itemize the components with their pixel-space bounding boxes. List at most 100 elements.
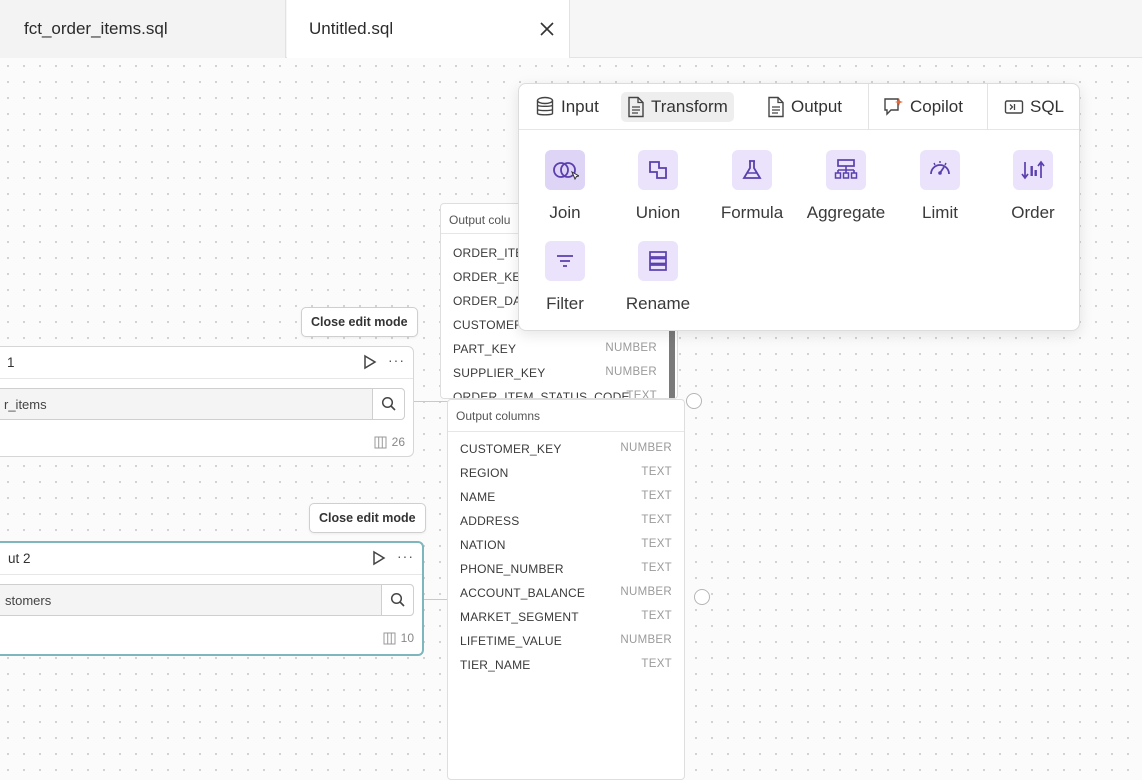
columns-icon	[374, 436, 387, 448]
column-row: ORDER_ITEM_STATUS_CODE TEXT	[441, 385, 677, 399]
tab-fct-order-items[interactable]: fct_order_items.sql	[0, 0, 286, 58]
tab-label: Output	[791, 97, 843, 116]
more-options-icon[interactable]: ···	[397, 548, 414, 564]
tool-label: Aggregate	[806, 203, 886, 222]
column-row: ADDRESS TEXT	[448, 509, 684, 533]
union-icon	[638, 150, 678, 190]
output-port[interactable]	[686, 393, 702, 409]
column-type: NUMBER	[620, 586, 672, 598]
column-row: CUSTOMER_KEY NUMBER	[448, 437, 684, 461]
picker-tabs: Input Transform Output Copilot SQL	[519, 84, 1079, 130]
node-title: ut 2	[8, 551, 31, 566]
column-type: NUMBER	[620, 634, 672, 646]
tool-formula[interactable]: Formula	[706, 150, 798, 234]
column-count: 10	[383, 631, 414, 645]
column-row: TIER_NAME TEXT	[448, 653, 684, 677]
sql-icon	[1004, 100, 1024, 114]
column-row: NAME TEXT	[448, 485, 684, 509]
scrollbar[interactable]	[669, 324, 675, 398]
database-icon	[536, 96, 554, 116]
column-name: ORDER_KE	[453, 270, 521, 284]
tab-label: SQL	[1030, 97, 1065, 116]
tab-label: Untitled.sql	[309, 19, 394, 38]
node-type-picker: Input Transform Output Copilot SQL Join …	[518, 83, 1080, 331]
column-name: NAME	[460, 490, 496, 504]
output-port[interactable]	[694, 589, 710, 605]
search-icon[interactable]	[381, 585, 413, 615]
close-icon[interactable]	[537, 19, 557, 39]
document-icon	[768, 96, 784, 118]
connector-line	[414, 401, 448, 402]
column-row: REGION TEXT	[448, 461, 684, 485]
column-name: LIFETIME_VALUE	[460, 634, 562, 648]
column-type: TEXT	[641, 658, 672, 670]
column-name: SUPPLIER_KEY	[453, 366, 546, 380]
tool-label: Order	[1011, 203, 1055, 222]
search-icon[interactable]	[372, 389, 404, 419]
connector-line	[424, 599, 448, 600]
column-type: TEXT	[641, 466, 672, 478]
run-icon[interactable]	[372, 550, 386, 566]
tab-sql[interactable]: SQL	[998, 92, 1070, 122]
tab-copilot[interactable]: Copilot	[876, 92, 969, 122]
source-table-field[interactable]: stomers	[0, 584, 414, 616]
column-type: NUMBER	[620, 442, 672, 454]
close-edit-mode-button[interactable]: Close edit mode	[301, 307, 418, 337]
source-table-field[interactable]: r_items	[0, 388, 405, 420]
tool-limit[interactable]: Limit	[894, 150, 986, 234]
input-node-2[interactable]: ut 2 ··· stomers 10	[0, 541, 424, 656]
column-row: PART_KEY NUMBER	[441, 337, 677, 361]
close-edit-mode-button[interactable]: Close edit mode	[309, 503, 426, 533]
tool-label: Formula	[720, 203, 784, 222]
more-options-icon[interactable]: ···	[388, 352, 405, 368]
column-name: ORDER_ITE	[453, 246, 524, 260]
editor-tab-bar: fct_order_items.sql Untitled.sql	[0, 0, 1142, 58]
document-icon	[628, 96, 644, 118]
column-name: PART_KEY	[453, 342, 517, 356]
column-name: ADDRESS	[460, 514, 520, 528]
tool-join[interactable]: Join	[519, 150, 611, 234]
tab-label: Copilot	[910, 97, 963, 116]
column-name: CUSTOMER_KEY	[460, 442, 562, 456]
column-row: NATION TEXT	[448, 533, 684, 557]
column-name: TIER_NAME	[460, 658, 531, 672]
column-type: TEXT	[641, 514, 672, 526]
column-type: TEXT	[641, 490, 672, 502]
sort-icon	[1013, 150, 1053, 190]
column-row: SUPPLIER_KEY NUMBER	[441, 361, 677, 385]
tab-label: fct_order_items.sql	[24, 19, 168, 38]
join-icon	[545, 150, 585, 190]
column-type: TEXT	[626, 390, 657, 399]
tab-input[interactable]: Input	[529, 92, 605, 122]
column-type: NUMBER	[605, 366, 657, 378]
column-name: NATION	[460, 538, 506, 552]
tool-order[interactable]: Order	[987, 150, 1079, 234]
column-type: TEXT	[641, 562, 672, 574]
panel-title: Output columns	[448, 400, 684, 432]
tab-untitled[interactable]: Untitled.sql	[287, 0, 570, 58]
column-name: CUSTOMER	[453, 318, 524, 332]
close-edit-mode-label: Close edit mode	[319, 511, 416, 525]
copilot-icon	[884, 98, 903, 116]
node-header: ut 2 ···	[0, 543, 422, 575]
column-count: 26	[374, 435, 405, 449]
column-name: ORDER_ITEM_STATUS_CODE	[453, 390, 630, 399]
column-count-value: 26	[391, 435, 405, 449]
run-icon[interactable]	[363, 354, 377, 370]
tool-filter[interactable]: Filter	[519, 241, 611, 325]
tab-output[interactable]: Output	[761, 92, 848, 122]
source-table-value: r_items	[4, 397, 47, 412]
tool-label: Union	[635, 203, 681, 222]
input-node-1[interactable]: 1 ··· r_items 26	[0, 346, 414, 457]
column-name: MARKET_SEGMENT	[460, 610, 579, 624]
divider	[868, 84, 869, 130]
tool-aggregate[interactable]: Aggregate	[800, 150, 892, 234]
column-type: TEXT	[641, 538, 672, 550]
output-columns-panel-2: Output columns CUSTOMER_KEY NUMBER REGIO…	[447, 399, 685, 780]
rename-icon	[638, 241, 678, 281]
column-row: PHONE_NUMBER TEXT	[448, 557, 684, 581]
tool-rename[interactable]: Rename	[612, 241, 704, 325]
close-edit-mode-label: Close edit mode	[311, 315, 408, 329]
tab-transform[interactable]: Transform	[621, 92, 734, 122]
tool-union[interactable]: Union	[612, 150, 704, 234]
